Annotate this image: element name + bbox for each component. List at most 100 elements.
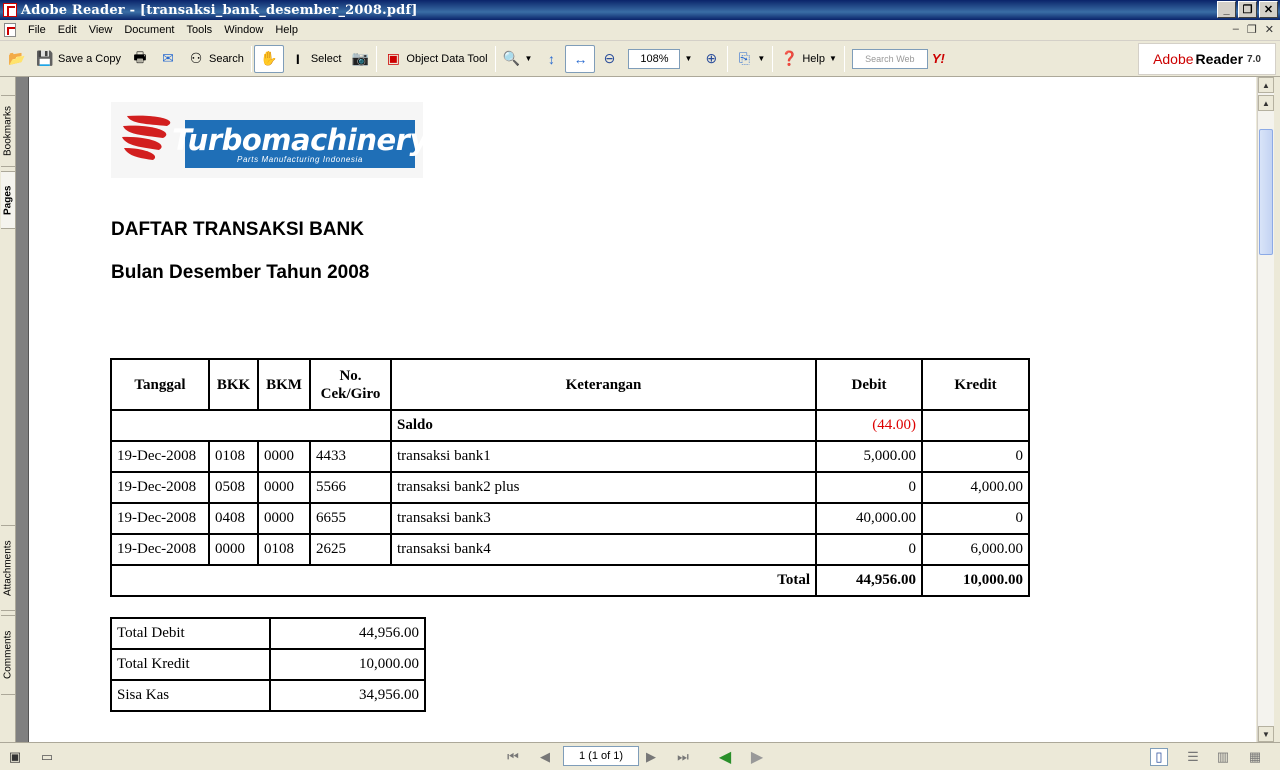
scroll-up-button[interactable]: ▲ bbox=[1258, 77, 1274, 93]
open-button[interactable]: 📂 bbox=[0, 45, 31, 73]
object-data-tool-button[interactable]: ▣ Object Data Tool bbox=[379, 45, 492, 73]
status-bar: ▣ ▭ ⏮ ◀ 1 (1 of 1) ▶ ⏭ ◀ ▶ ▯ ☰ ▥ ▦ bbox=[0, 742, 1280, 770]
logo-banner: Turbomachinery Parts Manufacturing Indon… bbox=[172, 120, 428, 168]
chevron-down-icon: ▼ bbox=[828, 54, 837, 63]
company-logo: Turbomachinery Parts Manufacturing Indon… bbox=[111, 102, 428, 178]
search-web-group: Search Web Y! bbox=[847, 45, 950, 73]
page-subtitle: Bulan Desember Tahun 2008 bbox=[111, 262, 370, 283]
help-label: Help bbox=[802, 52, 825, 65]
menu-help[interactable]: Help bbox=[269, 24, 304, 36]
zoom-in-button[interactable]: ⊕ bbox=[697, 45, 725, 73]
scroll-thumb[interactable] bbox=[1259, 129, 1273, 255]
menu-document[interactable]: Document bbox=[118, 24, 180, 36]
menu-bar: File Edit View Document Tools Window Hel… bbox=[0, 20, 1280, 41]
header-bkk: BKK bbox=[208, 358, 259, 411]
cell-cek: 5566 bbox=[309, 471, 392, 504]
summary-row: Total Debit 44,956.00 bbox=[110, 617, 426, 650]
snapshot-tool-button[interactable]: 📷 bbox=[346, 45, 374, 73]
document-viewport[interactable]: Turbomachinery Parts Manufacturing Indon… bbox=[16, 77, 1256, 742]
total-debit: 44,956.00 bbox=[815, 564, 923, 597]
scroll-down-button[interactable]: ▼ bbox=[1258, 726, 1274, 742]
previous-view-icon[interactable]: ◀ bbox=[716, 748, 734, 766]
brand-version: 7.0 bbox=[1247, 53, 1261, 65]
summary-label: Total Debit bbox=[110, 617, 271, 650]
zoom-level-select[interactable]: 108% ▼ bbox=[623, 45, 697, 73]
chevron-down-icon: ▼ bbox=[757, 54, 766, 63]
cell-debit: 0 bbox=[815, 533, 923, 566]
facing-layout-icon[interactable]: ▥ bbox=[1214, 748, 1232, 766]
next-view-icon[interactable]: ▶ bbox=[748, 748, 766, 766]
close-button[interactable]: ✕ bbox=[1259, 1, 1278, 18]
menu-tools[interactable]: Tools bbox=[181, 24, 219, 36]
toolbar-separator bbox=[727, 45, 729, 72]
tab-attachments[interactable]: Attachments bbox=[1, 525, 15, 611]
zoom-in-icon: ⊕ bbox=[705, 50, 718, 66]
minimize-button[interactable]: _ bbox=[1217, 1, 1236, 18]
navigation-pane-toggle-icon[interactable]: ▣ bbox=[6, 748, 24, 766]
chevron-down-icon: ▼ bbox=[524, 54, 533, 63]
maximize-button[interactable]: ❐ bbox=[1238, 1, 1257, 18]
tab-bookmarks[interactable]: Bookmarks bbox=[1, 95, 15, 167]
toolbar-separator bbox=[376, 45, 378, 72]
page-up-button[interactable]: ▲ bbox=[1258, 95, 1274, 111]
previous-page-icon[interactable]: ◀ bbox=[536, 748, 554, 766]
cell-kredit: 0 bbox=[921, 502, 1030, 535]
header-kredit: Kredit bbox=[921, 358, 1030, 411]
doc-restore-button[interactable]: ❐ bbox=[1247, 23, 1257, 36]
title-bar: Adobe Reader - [transaksi_bank_desember_… bbox=[0, 0, 1280, 20]
summary-row: Sisa Kas 34,956.00 bbox=[110, 679, 426, 712]
tab-pages[interactable]: Pages bbox=[1, 171, 15, 229]
hand-tool-button[interactable]: ✋ bbox=[253, 44, 284, 73]
rotate-view-button[interactable]: ⎘ ▼ bbox=[730, 45, 770, 73]
page-number-field[interactable]: 1 (1 of 1) bbox=[563, 746, 639, 766]
table-header-row: Tanggal BKK BKM No. Cek/Giro Keterangan … bbox=[110, 358, 1030, 411]
total-label: Total bbox=[110, 564, 817, 597]
menu-view[interactable]: View bbox=[83, 24, 119, 36]
cell-bkm: 0000 bbox=[257, 440, 311, 473]
search-button[interactable]: ⚇ Search bbox=[182, 45, 249, 73]
document-icon[interactable] bbox=[4, 23, 16, 37]
doc-close-button[interactable]: ✕ bbox=[1265, 23, 1274, 36]
vertical-scrollbar[interactable]: ▲ ▲ ▼ bbox=[1257, 77, 1274, 742]
table-row: 19-Dec-2008 0508 0000 5566 transaksi ban… bbox=[110, 471, 1030, 504]
tab-comments[interactable]: Comments bbox=[1, 615, 15, 695]
toolbar: 📂 💾 Save a Copy 🖶 ✉ ⚇ Search ✋ I Select … bbox=[0, 41, 1280, 77]
email-button[interactable]: ✉ bbox=[154, 45, 182, 73]
summary-table: Total Debit 44,956.00 Total Kredit 10,00… bbox=[110, 617, 426, 712]
camera-icon: 📷 bbox=[351, 50, 370, 66]
next-page-icon[interactable]: ▶ bbox=[642, 748, 660, 766]
brand-reader: Reader bbox=[1195, 51, 1244, 67]
menu-window[interactable]: Window bbox=[218, 24, 269, 36]
object-data-label: Object Data Tool bbox=[406, 52, 488, 65]
last-page-icon[interactable]: ⏭ bbox=[674, 748, 692, 766]
zoom-level-field[interactable]: 108% bbox=[628, 48, 681, 69]
menu-edit[interactable]: Edit bbox=[52, 24, 83, 36]
select-tool-button[interactable]: I Select bbox=[284, 45, 347, 73]
cell-bkk: 0508 bbox=[208, 471, 259, 504]
actual-size-button[interactable]: ↕ bbox=[537, 45, 565, 73]
first-page-icon[interactable]: ⏮ bbox=[504, 748, 522, 766]
cell-bkk: 0000 bbox=[208, 533, 259, 566]
yahoo-icon[interactable]: Y! bbox=[932, 51, 945, 66]
save-copy-button[interactable]: 💾 Save a Copy bbox=[31, 45, 126, 73]
doc-minimize-button[interactable]: – bbox=[1233, 23, 1239, 36]
help-button[interactable]: ❓ Help ▼ bbox=[775, 45, 842, 73]
menu-file[interactable]: File bbox=[22, 24, 52, 36]
single-page-layout-icon[interactable]: ▯ bbox=[1150, 748, 1168, 766]
navigation-pane: Bookmarks Pages Attachments Comments bbox=[0, 77, 16, 742]
transactions-table: Tanggal BKK BKM No. Cek/Giro Keterangan … bbox=[110, 358, 1030, 597]
page-title: DAFTAR TRANSAKSI BANK bbox=[111, 219, 364, 240]
continuous-layout-icon[interactable]: ☰ bbox=[1184, 748, 1202, 766]
fit-width-button[interactable]: ↔ bbox=[565, 44, 596, 73]
continuous-facing-layout-icon[interactable]: ▦ bbox=[1246, 748, 1264, 766]
cell-debit: 5,000.00 bbox=[815, 440, 923, 473]
zoom-tool-button[interactable]: 🔍 ▼ bbox=[498, 45, 538, 73]
toolbar-separator bbox=[772, 45, 774, 72]
print-button[interactable]: 🖶 bbox=[126, 45, 154, 73]
zoom-out-button[interactable]: ⊖ bbox=[595, 45, 623, 73]
page-thumbnail-icon[interactable]: ▭ bbox=[38, 748, 56, 766]
search-web-input[interactable]: Search Web bbox=[851, 48, 928, 69]
save-copy-label: Save a Copy bbox=[58, 52, 121, 65]
zoom-out-icon: ⊖ bbox=[603, 50, 616, 66]
cell-kredit: 0 bbox=[921, 440, 1030, 473]
